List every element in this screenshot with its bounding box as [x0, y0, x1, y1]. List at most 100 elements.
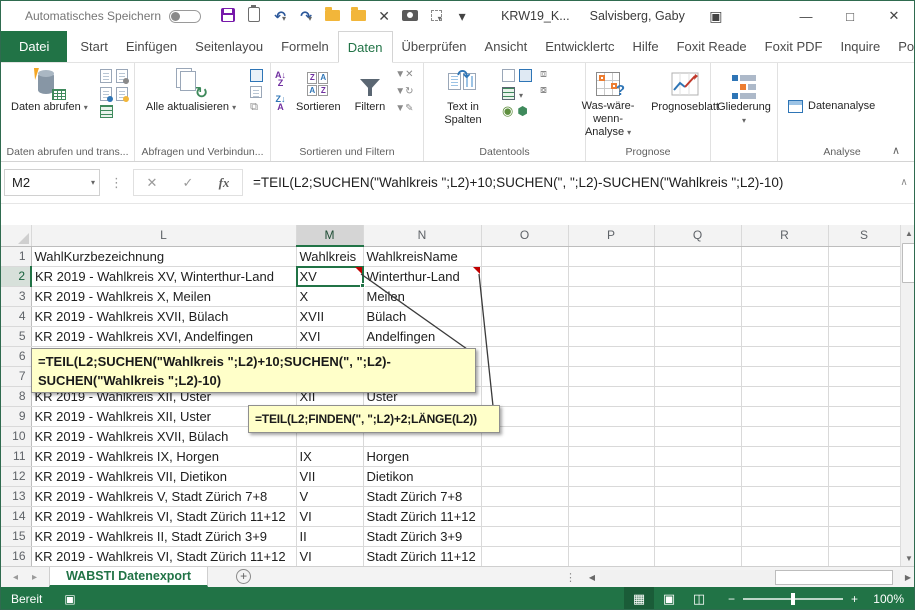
ribbon-display-options-button[interactable]: ▣: [703, 8, 729, 25]
horizontal-scrollbar-thumb[interactable]: [775, 570, 893, 585]
cell-S1[interactable]: [828, 246, 900, 266]
expand-formula-bar-icon[interactable]: ∧: [892, 177, 915, 188]
column-header-q[interactable]: Q: [654, 225, 741, 246]
cell-R16[interactable]: [741, 546, 828, 566]
cell-P15[interactable]: [568, 526, 654, 546]
cell-Q7[interactable]: [654, 366, 741, 386]
cell-S7[interactable]: [828, 366, 900, 386]
row-header-1[interactable]: 1: [1, 246, 31, 266]
add-sheet-button[interactable]: +: [236, 569, 251, 584]
cell-P2[interactable]: [568, 266, 654, 286]
data-validation-dropdown-icon[interactable]: ▾: [519, 91, 523, 100]
ribbon-tab-start[interactable]: Start: [71, 31, 116, 62]
autosave-toggle[interactable]: [169, 10, 201, 23]
zoom-slider[interactable]: − +: [728, 592, 858, 606]
row-header-14[interactable]: 14: [1, 506, 31, 526]
ribbon-tab-überprüfen[interactable]: Überprüfen: [393, 31, 476, 62]
ribbon-tab-hilfe[interactable]: Hilfe: [624, 31, 668, 62]
cell-O1[interactable]: [481, 246, 568, 266]
cell-Q5[interactable]: [654, 326, 741, 346]
select-all-corner[interactable]: [1, 225, 31, 246]
scroll-up-icon[interactable]: ▲: [901, 225, 915, 241]
cell-O13[interactable]: [481, 486, 568, 506]
cell-R4[interactable]: [741, 306, 828, 326]
cell-L13[interactable]: KR 2019 - Wahlkreis V, Stadt Zürich 7+8: [31, 486, 296, 506]
row-header-12[interactable]: 12: [1, 466, 31, 486]
from-table-icon[interactable]: [100, 105, 113, 118]
cell-Q13[interactable]: [654, 486, 741, 506]
cell-P5[interactable]: [568, 326, 654, 346]
zoom-out-icon[interactable]: −: [728, 592, 735, 606]
filter-button[interactable]: Filtern: [351, 65, 390, 141]
cell-Q11[interactable]: [654, 446, 741, 466]
ribbon-tab-ansicht[interactable]: Ansicht: [476, 31, 537, 62]
cell-O5[interactable]: [481, 326, 568, 346]
vertical-scrollbar-thumb[interactable]: [902, 243, 915, 283]
vertical-scrollbar[interactable]: ▲ ▼: [900, 225, 915, 566]
cell-N1[interactable]: WahlkreisName: [363, 246, 481, 266]
cell-M3[interactable]: X: [296, 286, 363, 306]
cell-R7[interactable]: [741, 366, 828, 386]
cell-Q9[interactable]: [654, 406, 741, 426]
ribbon-tab-power-pivot[interactable]: Power Pivot: [889, 31, 915, 62]
cell-L15[interactable]: KR 2019 - Wahlkreis II, Stadt Zürich 3+9: [31, 526, 296, 546]
edit-links-icon[interactable]: ⧉: [250, 102, 263, 112]
sort-az-icon[interactable]: A↓Z: [275, 71, 286, 87]
cell-R12[interactable]: [741, 466, 828, 486]
row-header-4[interactable]: 4: [1, 306, 31, 326]
cell-M4[interactable]: XVII: [296, 306, 363, 326]
cell-M16[interactable]: VI: [296, 546, 363, 566]
cell-N15[interactable]: Stadt Zürich 3+9: [363, 526, 481, 546]
cell-S4[interactable]: [828, 306, 900, 326]
cell-N5[interactable]: Andelfingen: [363, 326, 481, 346]
cell-Q16[interactable]: [654, 546, 741, 566]
select-dropdown-icon[interactable]: ▾: [438, 14, 442, 23]
cell-P6[interactable]: [568, 346, 654, 366]
column-header-r[interactable]: R: [741, 225, 828, 246]
insert-function-icon[interactable]: fx: [206, 175, 242, 191]
zoom-level[interactable]: 100%: [868, 592, 904, 606]
cell-N13[interactable]: Stadt Zürich 7+8: [363, 486, 481, 506]
row-header-9[interactable]: 9: [1, 406, 31, 426]
scroll-down-icon[interactable]: ▼: [901, 550, 915, 566]
zoom-handle[interactable]: [791, 593, 795, 605]
cell-R8[interactable]: [741, 386, 828, 406]
cell-O7[interactable]: [481, 366, 568, 386]
normal-view-icon[interactable]: ▦: [624, 587, 654, 610]
cell-P4[interactable]: [568, 306, 654, 326]
manage-data-model-icon[interactable]: ⬢: [517, 105, 527, 117]
cell-O15[interactable]: [481, 526, 568, 546]
close-button[interactable]: ✕: [872, 1, 915, 31]
ribbon-tab-formeln[interactable]: Formeln: [272, 31, 338, 62]
camera-button[interactable]: [397, 8, 423, 24]
cell-P7[interactable]: [568, 366, 654, 386]
cell-L1[interactable]: WahlKurzbezeichnung: [31, 246, 296, 266]
zoom-track[interactable]: [743, 598, 843, 600]
cell-P16[interactable]: [568, 546, 654, 566]
cell-S14[interactable]: [828, 506, 900, 526]
cell-Q3[interactable]: [654, 286, 741, 306]
save-button[interactable]: [215, 8, 241, 25]
properties-icon[interactable]: [250, 69, 263, 82]
cell-Q6[interactable]: [654, 346, 741, 366]
cell-R14[interactable]: [741, 506, 828, 526]
row-header-6[interactable]: 6: [1, 346, 31, 366]
get-data-button[interactable]: Daten abrufen ▾: [7, 65, 92, 141]
cell-P1[interactable]: [568, 246, 654, 266]
cell-P10[interactable]: [568, 426, 654, 446]
workbook-connections-icon[interactable]: [250, 86, 262, 98]
file-icon[interactable]: [100, 69, 112, 83]
row-header-3[interactable]: 3: [1, 286, 31, 306]
cell-S9[interactable]: [828, 406, 900, 426]
cell-Q14[interactable]: [654, 506, 741, 526]
cell-O3[interactable]: [481, 286, 568, 306]
row-header-15[interactable]: 15: [1, 526, 31, 546]
cell-M2[interactable]: XV: [296, 266, 363, 286]
remove-duplicates-icon[interactable]: [519, 69, 532, 82]
cell-Q10[interactable]: [654, 426, 741, 446]
cell-R6[interactable]: [741, 346, 828, 366]
cell-R13[interactable]: [741, 486, 828, 506]
cell-R5[interactable]: [741, 326, 828, 346]
file-clock-icon[interactable]: [116, 69, 128, 83]
consolidate-icon[interactable]: ◉: [502, 105, 513, 117]
